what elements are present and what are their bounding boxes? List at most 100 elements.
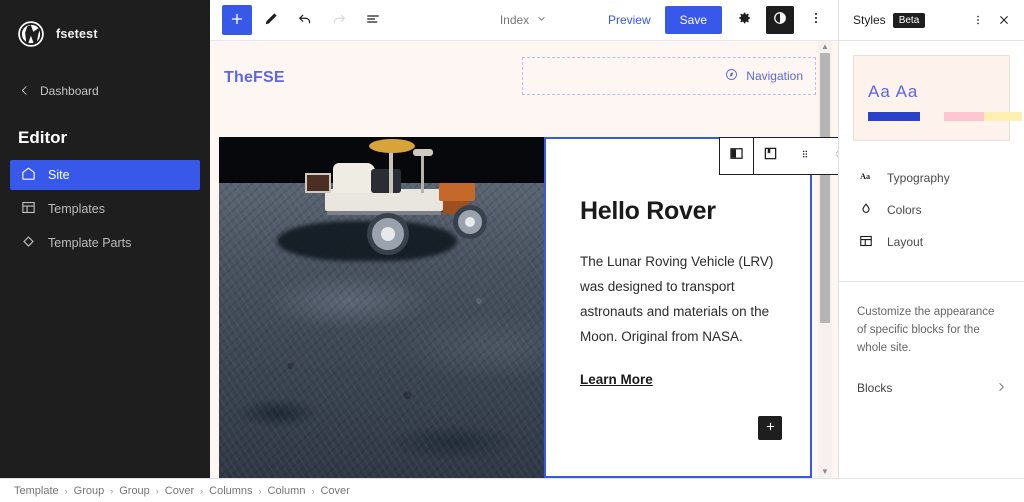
canvas-scrollbar[interactable]: ▲ ▼ xyxy=(818,41,832,478)
up-down-mover-icon xyxy=(831,146,838,167)
chevron-right-icon xyxy=(994,380,1008,397)
lunar-roving-vehicle-image xyxy=(271,139,507,267)
home-icon xyxy=(20,165,37,185)
styles-preview-card[interactable]: Aa Aa xyxy=(853,55,1022,141)
chevron-left-icon xyxy=(18,84,31,99)
styles-panel-actions xyxy=(966,7,1016,33)
breadcrumb-item[interactable]: Template xyxy=(14,485,59,497)
add-block-button[interactable] xyxy=(222,5,252,35)
breadcrumb-item[interactable]: Columns xyxy=(209,485,252,497)
sidebar-item-templates[interactable]: Templates xyxy=(10,194,200,224)
cover-heading[interactable]: Hello Rover xyxy=(580,197,778,226)
block-type-button[interactable] xyxy=(754,138,788,174)
site-header[interactable]: fsetest xyxy=(0,10,210,50)
wordpress-logo-icon[interactable] xyxy=(18,21,44,47)
toolbar-left-group xyxy=(222,5,388,35)
scrollbar-thumb[interactable] xyxy=(820,53,830,323)
close-x-icon xyxy=(1000,16,1008,24)
scroll-down-arrow-icon[interactable]: ▼ xyxy=(821,468,829,476)
left-navigation-pane: fsetest Dashboard Editor Site Templates … xyxy=(0,0,210,478)
edit-mode-button[interactable] xyxy=(256,5,286,35)
color-droplet-icon xyxy=(857,200,875,221)
sidebar-item-site[interactable]: Site xyxy=(10,160,200,190)
cover-image-column[interactable] xyxy=(219,137,544,478)
dashboard-back-link[interactable]: Dashboard xyxy=(0,76,210,106)
styles-sidebar: Styles Beta Aa Aa Aa Typography Colors L… xyxy=(838,0,1024,478)
styles-swatch-primary xyxy=(868,112,920,121)
styles-panel-title: Styles xyxy=(853,13,886,27)
breadcrumb-separator: › xyxy=(64,485,68,496)
sidebar-item-site-label: Site xyxy=(48,168,70,182)
redo-button[interactable] xyxy=(324,5,354,35)
preview-button[interactable]: Preview xyxy=(602,9,657,31)
breadcrumb-item[interactable]: Group xyxy=(119,485,150,497)
document-title-dropdown[interactable]: Index xyxy=(494,8,554,32)
drag-handle-button[interactable] xyxy=(788,138,822,174)
styles-row-colors[interactable]: Colors xyxy=(839,195,1024,225)
svg-text:Aa: Aa xyxy=(860,171,870,180)
select-parent-block-button[interactable] xyxy=(720,138,754,174)
breadcrumb-separator: › xyxy=(258,485,262,496)
styles-more-options-button[interactable] xyxy=(966,7,990,33)
typography-aa-icon: Aa xyxy=(857,170,875,187)
cover-text-column[interactable]: Hello Rover The Lunar Roving Vehicle (LR… xyxy=(544,137,812,478)
more-options-button[interactable] xyxy=(802,6,830,34)
styles-row-layout[interactable]: Layout xyxy=(839,227,1024,257)
save-button[interactable]: Save xyxy=(664,6,722,34)
wordpress-site-editor: fsetest Dashboard Editor Site Templates … xyxy=(0,0,1024,502)
undo-button[interactable] xyxy=(290,5,320,35)
dashboard-label: Dashboard xyxy=(40,84,99,98)
drag-handle-dots-icon xyxy=(797,146,813,167)
sidebar-item-template-parts[interactable]: Template Parts xyxy=(10,228,200,258)
scroll-up-arrow-icon[interactable]: ▲ xyxy=(821,43,829,51)
list-view-button[interactable] xyxy=(358,5,388,35)
toolbar-right-group: Preview Save xyxy=(602,6,830,34)
styles-row-typography[interactable]: Aa Typography xyxy=(839,163,1024,193)
chevron-down-icon xyxy=(535,12,548,28)
styles-description: Customize the appearance of specific blo… xyxy=(857,306,995,354)
block-toolbar: Add Media xyxy=(719,137,838,175)
layout-icon xyxy=(20,199,37,219)
styles-row-layout-label: Layout xyxy=(887,235,924,249)
editor-top-toolbar: Index Preview Save xyxy=(210,0,838,41)
beta-badge: Beta xyxy=(892,12,926,28)
close-styles-panel-button[interactable] xyxy=(992,7,1016,33)
block-type-group xyxy=(754,138,838,174)
styles-toggle-button[interactable] xyxy=(766,6,794,34)
styles-swatch-tertiary xyxy=(984,112,1022,121)
styles-panel-header: Styles Beta xyxy=(839,0,1024,41)
breadcrumb-item[interactable]: Cover xyxy=(165,485,194,497)
navigation-block-placeholder[interactable]: Navigation xyxy=(522,57,816,95)
styles-blocks-row[interactable]: Blocks xyxy=(839,371,1024,405)
styles-blocks-label: Blocks xyxy=(857,381,893,396)
redo-arrow-icon xyxy=(330,10,348,31)
learn-more-link[interactable]: Learn More xyxy=(580,372,653,387)
compass-navigation-icon xyxy=(724,67,739,85)
breadcrumb-item[interactable]: Group xyxy=(74,485,105,497)
site-title-block[interactable]: TheFSE xyxy=(224,69,285,87)
breadcrumb-separator: › xyxy=(311,485,315,496)
cover-block-icon xyxy=(761,144,780,168)
settings-button[interactable] xyxy=(730,6,758,34)
layout-grid-icon xyxy=(857,232,875,253)
breadcrumb-item[interactable]: Cover xyxy=(320,485,349,497)
template-parts-icon xyxy=(20,233,37,253)
styles-row-colors-label: Colors xyxy=(887,203,922,217)
block-inserter-button[interactable] xyxy=(758,416,782,440)
editor-heading: Editor xyxy=(18,128,68,147)
sidebar-item-templates-label: Templates xyxy=(48,202,105,216)
list-view-icon xyxy=(364,10,382,31)
cover-block[interactable]: Hello Rover The Lunar Roving Vehicle (LR… xyxy=(219,137,812,478)
document-title-label: Index xyxy=(499,13,530,27)
styles-options-list: Aa Typography Colors Layout xyxy=(839,155,1024,259)
sidebar-item-template-parts-label: Template Parts xyxy=(48,236,132,250)
styles-swatch-secondary xyxy=(944,112,984,121)
cover-paragraph[interactable]: The Lunar Roving Vehicle (LRV) was desig… xyxy=(580,250,778,350)
editor-body: fsetest Dashboard Editor Site Templates … xyxy=(0,0,1024,478)
breadcrumb-item[interactable]: Column xyxy=(268,485,306,497)
plus-icon xyxy=(228,10,246,31)
site-name-label: fsetest xyxy=(56,27,98,41)
block-movers-button[interactable] xyxy=(822,138,838,174)
styles-row-typography-label: Typography xyxy=(887,171,950,185)
breadcrumb-separator: › xyxy=(155,485,159,496)
